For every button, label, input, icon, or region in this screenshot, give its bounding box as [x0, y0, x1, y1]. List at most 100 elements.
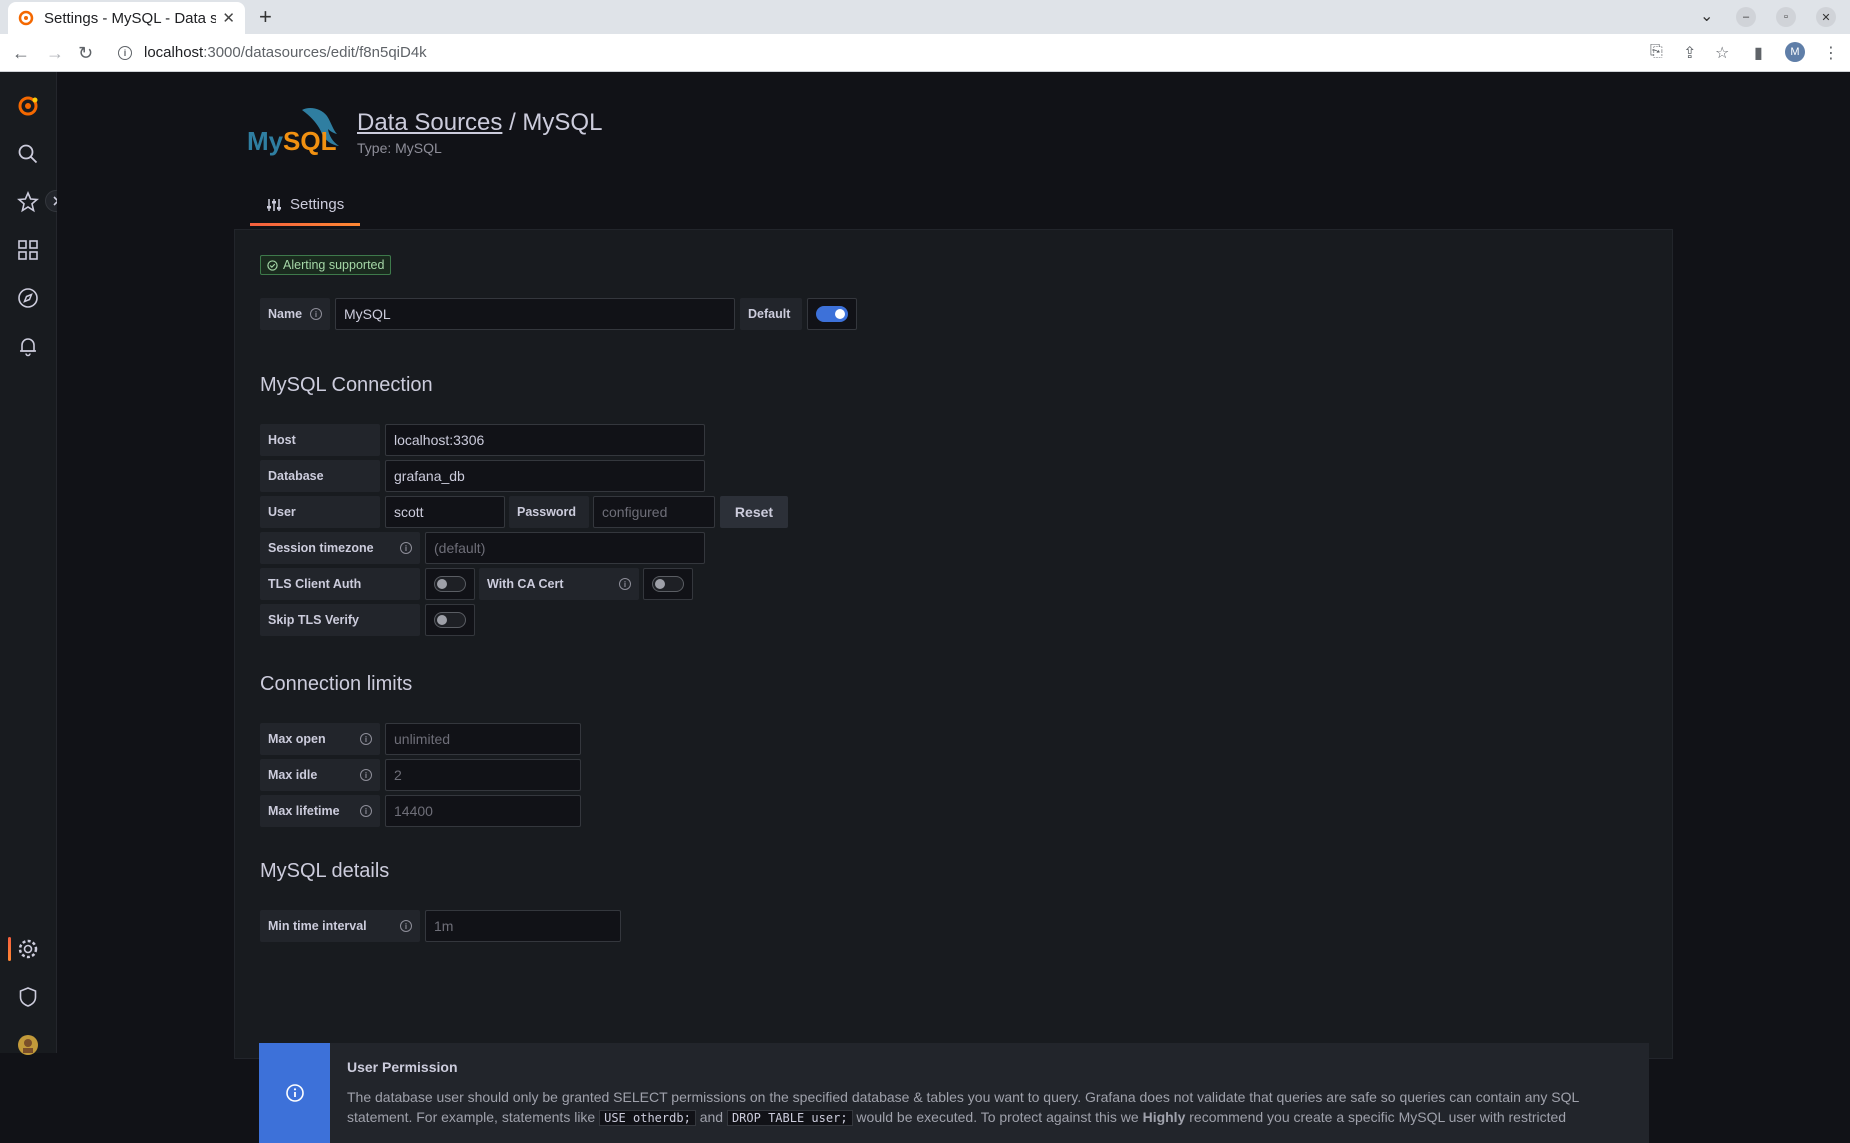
url-path: :3000/datasources/edit/f8n5qiD4k: [203, 44, 427, 61]
password-label: Password: [509, 496, 589, 528]
session-timezone-label: Session timezone i: [260, 532, 420, 564]
url-field[interactable]: i localhost:3000/datasources/edit/f8n5qi…: [118, 44, 427, 61]
default-toggle-box: [807, 298, 857, 330]
translate-icon[interactable]: ⎘: [1650, 43, 1663, 61]
new-tab-button[interactable]: +: [259, 4, 272, 30]
search-icon[interactable]: [16, 142, 40, 166]
skip-tls-verify-toggle-box: [425, 604, 475, 636]
reset-password-button[interactable]: Reset: [720, 496, 788, 528]
info-icon[interactable]: i: [310, 308, 322, 320]
default-toggle[interactable]: [816, 306, 848, 322]
password-input[interactable]: configured: [593, 496, 715, 528]
breadcrumb-separator: /: [502, 108, 523, 136]
configuration-gear-icon[interactable]: [16, 937, 40, 961]
grafana-logo-icon[interactable]: [16, 94, 40, 118]
settings-panel: Alerting supported Name i MySQL Default M…: [234, 229, 1673, 1143]
page-titles: Data Sources / MySQL Type: MySQL: [357, 109, 602, 156]
alerting-supported-text: Alerting supported: [283, 258, 385, 272]
database-label: Database: [260, 460, 380, 492]
name-label-text: Name: [268, 307, 303, 321]
user-permission-alert: User Permission The database user should…: [259, 1043, 1649, 1143]
tab-search-icon[interactable]: ⌄: [1700, 6, 1713, 26]
info-circle-icon: [285, 1084, 304, 1102]
server-admin-shield-icon[interactable]: [16, 985, 40, 1009]
max-open-label-text: Max open: [268, 732, 326, 746]
svg-text:My: My: [247, 126, 284, 156]
back-icon[interactable]: ←: [12, 43, 30, 64]
breadcrumb-data-sources-link[interactable]: Data Sources: [357, 109, 502, 136]
starred-icon[interactable]: [16, 190, 40, 214]
sliders-icon: [267, 198, 281, 211]
window-close-icon[interactable]: ✕: [1816, 7, 1836, 27]
session-timezone-label-text: Session timezone: [268, 541, 374, 555]
minimize-icon[interactable]: –: [1736, 7, 1756, 27]
skip-tls-verify-toggle[interactable]: [434, 612, 466, 628]
alerting-supported-badge: Alerting supported: [260, 255, 392, 275]
main-content: My SQL Data Sources / MySQL Type: MySQL …: [57, 72, 1850, 1143]
side-panel-icon[interactable]: ▮: [1754, 43, 1763, 63]
info-icon[interactable]: i: [360, 733, 372, 745]
breadcrumb-current: MySQL: [522, 108, 603, 136]
max-lifetime-label: Max lifetime i: [260, 795, 380, 827]
side-nav: [0, 72, 67, 1055]
connection-limits-title: Connection limits: [260, 673, 413, 695]
alert-title: User Permission: [347, 1059, 458, 1075]
page-header: My SQL Data Sources / MySQL Type: MySQL: [247, 102, 602, 162]
explore-icon[interactable]: [16, 286, 40, 310]
profile-avatar[interactable]: M: [1785, 42, 1805, 62]
mysql-connection-title: MySQL Connection: [260, 374, 433, 396]
with-ca-cert-label: With CA Cert i: [479, 568, 639, 600]
session-timezone-input[interactable]: (default): [425, 532, 705, 564]
browser-tab-title: Settings - MySQL - Data so: [44, 9, 217, 27]
info-icon[interactable]: i: [619, 578, 631, 590]
info-icon[interactable]: i: [400, 542, 412, 554]
tls-client-auth-toggle[interactable]: [434, 576, 466, 592]
alerting-bell-icon[interactable]: [16, 334, 40, 358]
tab-settings[interactable]: Settings: [250, 196, 361, 226]
browser-menu-icon[interactable]: ⋮: [1823, 43, 1839, 63]
bookmark-star-icon[interactable]: ☆: [1715, 43, 1729, 63]
restore-icon[interactable]: ▫: [1776, 7, 1796, 27]
default-label: Default: [740, 298, 802, 330]
max-open-input[interactable]: unlimited: [385, 723, 581, 755]
browser-tab[interactable]: Settings - MySQL - Data so ✕: [8, 2, 245, 34]
host-input[interactable]: localhost:3306: [385, 424, 705, 456]
host-label: Host: [260, 424, 380, 456]
reload-icon[interactable]: ↻: [78, 43, 93, 64]
site-info-icon[interactable]: i: [118, 45, 132, 60]
user-avatar-icon[interactable]: [16, 1033, 40, 1057]
alert-body: The database user should only be granted…: [347, 1087, 1637, 1128]
code-drop-table: DROP TABLE user;: [726, 1110, 853, 1126]
mysql-logo-icon: My SQL: [247, 108, 339, 156]
skip-tls-verify-label: Skip TLS Verify: [260, 604, 420, 636]
user-input[interactable]: scott: [385, 496, 505, 528]
close-tab-icon[interactable]: ✕: [222, 9, 235, 27]
mysql-details-title: MySQL details: [260, 860, 390, 882]
max-lifetime-input[interactable]: 14400: [385, 795, 581, 827]
alert-text-part2: would be executed. To protect against th…: [852, 1109, 1143, 1125]
alert-side: [259, 1043, 330, 1143]
info-icon[interactable]: i: [360, 805, 372, 817]
max-idle-label: Max idle i: [260, 759, 380, 791]
max-open-label: Max open i: [260, 723, 380, 755]
max-idle-input[interactable]: 2: [385, 759, 581, 791]
with-ca-cert-toggle[interactable]: [652, 576, 684, 592]
min-time-interval-label-text: Min time interval: [268, 919, 367, 933]
check-circle-icon: [267, 259, 278, 271]
forward-icon[interactable]: →: [46, 43, 64, 64]
page-title: Data Sources / MySQL: [357, 109, 602, 137]
info-icon[interactable]: i: [400, 920, 412, 932]
address-bar: ← → ↻ i localhost:3000/datasources/edit/…: [0, 34, 1850, 72]
tls-client-auth-toggle-box: [425, 568, 475, 600]
share-icon[interactable]: ⇪: [1683, 43, 1696, 63]
database-input[interactable]: grafana_db: [385, 460, 705, 492]
max-lifetime-label-text: Max lifetime: [268, 804, 340, 818]
alert-text-part3: recommend you create a specific MySQL us…: [1185, 1109, 1567, 1125]
info-icon[interactable]: i: [360, 769, 372, 781]
tls-client-auth-label: TLS Client Auth: [260, 568, 420, 600]
min-time-interval-input[interactable]: 1m: [425, 910, 621, 942]
name-input[interactable]: MySQL: [335, 298, 735, 330]
code-use-otherdb: USE otherdb;: [599, 1110, 696, 1126]
dashboards-icon[interactable]: [16, 238, 40, 262]
url-host: localhost: [144, 44, 204, 61]
